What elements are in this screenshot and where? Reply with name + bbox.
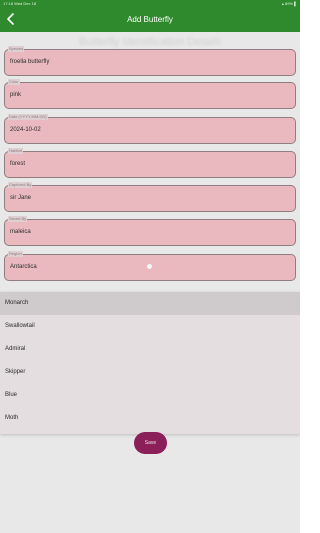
color-value: pink	[10, 92, 22, 98]
butterfly-form: Butterfly Identification Details Species…	[0, 32, 300, 533]
habitat-field[interactable]: Habitat forest	[4, 148, 296, 178]
color-field[interactable]: Color pink	[4, 79, 296, 109]
saved-by-value: maleica	[10, 229, 31, 235]
species-field[interactable]: Species froella butterfly	[4, 46, 296, 76]
date-field[interactable]: Date (YYYY-MM-DD) 2024-10-02	[4, 114, 296, 144]
add-butterfly-screen: 17:18 Wed Dec 18 ▴ 89% ▌ Add Butterfly B…	[0, 0, 300, 533]
habitat-label: Habitat	[8, 148, 23, 154]
status-bar: 17:18 Wed Dec 18 ▴ 89% ▌	[0, 0, 300, 7]
app-bar: Add Butterfly	[0, 7, 300, 32]
page-title: Add Butterfly	[127, 15, 173, 24]
dropdown-option-admiral[interactable]: Admiral	[0, 338, 300, 361]
butterfly-type-dropdown: Monarch Swallowtail Admiral Skipper Blue…	[0, 292, 300, 434]
captured-by-label: Captured By	[8, 182, 33, 188]
date-value: 2024-10-02	[10, 127, 41, 133]
saved-by-label: Saved By	[8, 216, 28, 222]
dropdown-option-monarch[interactable]: Monarch	[0, 292, 300, 315]
species-value: froella butterfly	[10, 59, 50, 65]
status-time-date: 17:18 Wed Dec 18	[3, 1, 37, 6]
dropdown-option-moth[interactable]: Moth	[0, 407, 300, 430]
dropdown-option-blue[interactable]: Blue	[0, 384, 300, 407]
date-label: Date (YYYY-MM-DD)	[8, 114, 48, 120]
species-label: Species	[8, 46, 25, 52]
habitat-value: forest	[10, 161, 26, 167]
region-value: Antarctica	[10, 264, 37, 270]
save-button[interactable]: Save	[134, 432, 167, 454]
region-label: Region	[8, 251, 23, 257]
captured-by-value: sir Jane	[10, 195, 32, 201]
dropdown-option-skipper[interactable]: Skipper	[0, 361, 300, 384]
saved-by-field[interactable]: Saved By maleica	[4, 216, 296, 246]
captured-by-field[interactable]: Captured By sir Jane	[4, 182, 296, 212]
loading-indicator	[147, 264, 152, 269]
status-battery: ▴ 89% ▌	[281, 1, 297, 6]
color-label: Color	[8, 79, 20, 85]
dropdown-option-swallowtail[interactable]: Swallowtail	[0, 315, 300, 338]
form-heading: Butterfly Identification Details	[79, 36, 221, 48]
